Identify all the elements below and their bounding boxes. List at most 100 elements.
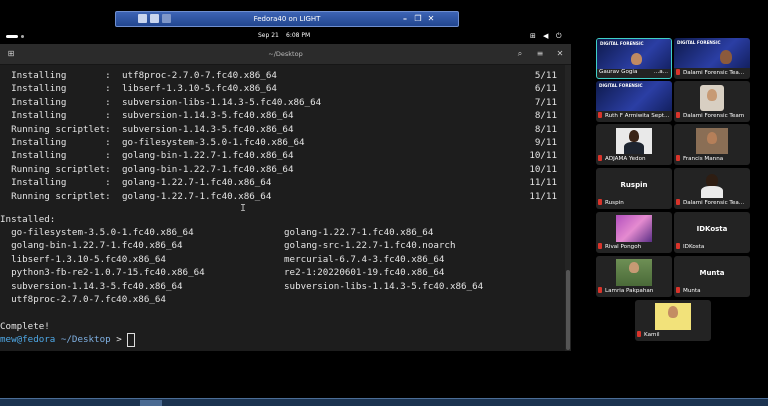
participant-tile[interactable]: Rival Pongoh: [596, 212, 672, 253]
terminal-output[interactable]: Installing : utf8proc-2.7.0-7.fc40.x86_64…: [0, 65, 565, 351]
participant-face: [707, 89, 717, 101]
install-line-progress: 8/11: [534, 123, 557, 135]
installed-package: golang-1.22.7-1.fc40.x86_64: [284, 227, 434, 238]
participant-face: [720, 50, 732, 64]
volume-icon[interactable]: ◀: [543, 32, 548, 40]
workspace-indicator[interactable]: [21, 35, 24, 38]
participant-name: Dalami Forensic Tea...: [676, 69, 744, 78]
prompt-user: mew@fedora: [0, 334, 56, 345]
scrollbar-thumb[interactable]: [566, 270, 570, 350]
vm-viewer-titlebar[interactable]: Fedora40 on LIGHT – ❐ ✕: [115, 11, 459, 27]
muted-mic-icon: [598, 112, 602, 118]
participant-tile[interactable]: DIGITAL FORENSIC Gaurav Gogia ...a...: [596, 38, 672, 79]
search-icon[interactable]: ⌕: [513, 48, 527, 60]
participant-tile[interactable]: DIGITAL FORENSIC Dalami Forensic Tea...: [674, 38, 750, 79]
vm-minimize-button[interactable]: –: [399, 12, 411, 26]
participant-photo: [700, 85, 724, 111]
new-tab-icon[interactable]: ⊞: [5, 48, 17, 60]
participant-face: [631, 53, 642, 65]
participant-name: Dalami Forensic Tea...: [676, 199, 744, 208]
install-line-progress: 9/11: [534, 137, 557, 148]
muted-mic-icon: [676, 112, 680, 118]
participant-name: Francis Manna: [676, 155, 723, 164]
participant-tile[interactable]: Dalami Forensic Team: [674, 81, 750, 122]
participant-name: Ruth F Armiwita Sept...: [598, 112, 669, 121]
participant-photo: [655, 303, 691, 330]
participant-face: [668, 306, 678, 318]
participant-face: [629, 130, 639, 142]
menu-icon[interactable]: ≡: [533, 48, 547, 60]
participant-face: [629, 262, 639, 273]
close-icon[interactable]: ✕: [553, 48, 567, 60]
install-line-progress: 11/11: [529, 177, 557, 189]
participant-name: Rival Pongoh: [598, 243, 641, 252]
install-line-progress: 10/11: [529, 163, 557, 175]
ibeam-pointer-icon: I: [240, 203, 247, 214]
participant-tile[interactable]: ADJAMA Yedon: [596, 124, 672, 165]
installed-header: Installed:: [0, 214, 56, 225]
participant-tile[interactable]: IDKosta IDKosta: [674, 212, 750, 253]
installed-package: mercurial-6.7.4-3.fc40.x86_64: [284, 253, 445, 265]
installed-package: subversion-libs-1.14.3-5.fc40.x86_64: [284, 280, 484, 292]
muted-mic-icon: [676, 199, 680, 205]
participant-tile[interactable]: Francis Manna: [674, 124, 750, 165]
installed-package: golang-src-1.22.7-1.fc40.noarch: [284, 240, 456, 252]
install-line-progress: 7/11: [534, 96, 557, 108]
participant-tile[interactable]: Munta Munta: [674, 256, 750, 297]
activities-button[interactable]: [6, 35, 18, 38]
participant-tile[interactable]: Ruspin Ruspin: [596, 168, 672, 209]
muted-mic-icon: [598, 287, 602, 293]
participant-name: IDKosta: [676, 243, 704, 252]
prompt-symbol: >: [116, 334, 122, 345]
vm-restore-button[interactable]: ❐: [412, 12, 424, 26]
muted-mic-icon: [676, 243, 680, 249]
participant-body: [701, 186, 723, 198]
install-line-progress: 10/11: [529, 150, 557, 162]
participant-name: Dalami Forensic Team: [676, 112, 744, 121]
participant-name: ADJAMA Yedon: [598, 155, 646, 164]
participant-tile[interactable]: DIGITAL FORENSIC Ruth F Armiwita Sept...: [596, 81, 672, 122]
shared-slide-thumbnail: DIGITAL FORENSIC: [597, 39, 671, 69]
shared-slide-thumbnail: DIGITAL FORENSIC: [674, 38, 750, 68]
vm-display-icon[interactable]: [138, 14, 147, 23]
taskbar-app-button[interactable]: [140, 400, 162, 406]
terminal-window[interactable]: ~/Desktop ⊞ ⌕ ≡ ✕ Installing : utf8proc-2…: [0, 44, 571, 351]
clock-date[interactable]: Sep 21: [258, 32, 279, 39]
install-line-progress: 6/11: [534, 83, 557, 95]
participant-photo: [616, 215, 652, 242]
participant-face: [707, 132, 717, 144]
complete-message: Complete!: [0, 321, 50, 332]
power-icon[interactable]: ⏻: [556, 32, 562, 41]
network-icon[interactable]: ⊞: [530, 32, 536, 40]
participant-photo: [696, 128, 728, 154]
vm-close-button[interactable]: ✕: [425, 12, 437, 26]
installed-package: golang-bin-1.22.7-1.fc40.x86_64: [0, 240, 183, 252]
participant-placeholder-name: Ruspin: [620, 181, 648, 189]
install-line-progress: 11/11: [529, 190, 557, 202]
installed-package: re2-1:20220601-19.fc40.x86_64: [284, 267, 445, 279]
gnome-top-bar: Sep 21 6:08 PM ⊞ ◀ ⏻: [0, 30, 571, 43]
installed-package: go-filesystem-3.5.0-1.fc40.x86_64: [0, 227, 194, 238]
terminal-header-bar[interactable]: ~/Desktop ⊞ ⌕ ≡ ✕: [0, 44, 571, 65]
vm-lock-icon[interactable]: [150, 14, 159, 23]
text-cursor: [127, 333, 135, 347]
participant-body: [624, 142, 644, 154]
participant-placeholder-name: IDKosta: [696, 225, 728, 233]
installed-package: libserf-1.3.10-5.fc40.x86_64: [0, 253, 166, 265]
install-line-progress: 5/11: [534, 70, 557, 81]
participant-name: Ruspin: [598, 199, 624, 208]
scrollbar-track[interactable]: [565, 65, 571, 351]
muted-mic-icon: [637, 331, 641, 337]
installed-package: python3-fb-re2-1.0.7-15.fc40.x86_64: [0, 267, 205, 279]
participant-name: Kamil: [637, 331, 660, 340]
participant-tile[interactable]: Kamil: [635, 300, 711, 341]
terminal-title: ~/Desktop: [268, 50, 303, 58]
participant-tile[interactable]: Lamria Pakpahan: [596, 256, 672, 297]
shell-prompt: mew@fedora ~/Desktop >: [0, 333, 122, 346]
installed-package: subversion-1.14.3-5.fc40.x86_64: [0, 280, 183, 292]
install-line-progress: 8/11: [534, 110, 557, 122]
installed-package: utf8proc-2.7.0-7.fc40.x86_64: [0, 294, 166, 305]
participant-tile[interactable]: Dalami Forensic Tea...: [674, 168, 750, 209]
prompt-path: ~/Desktop: [55, 334, 111, 345]
clock-time[interactable]: 6:08 PM: [286, 32, 310, 39]
